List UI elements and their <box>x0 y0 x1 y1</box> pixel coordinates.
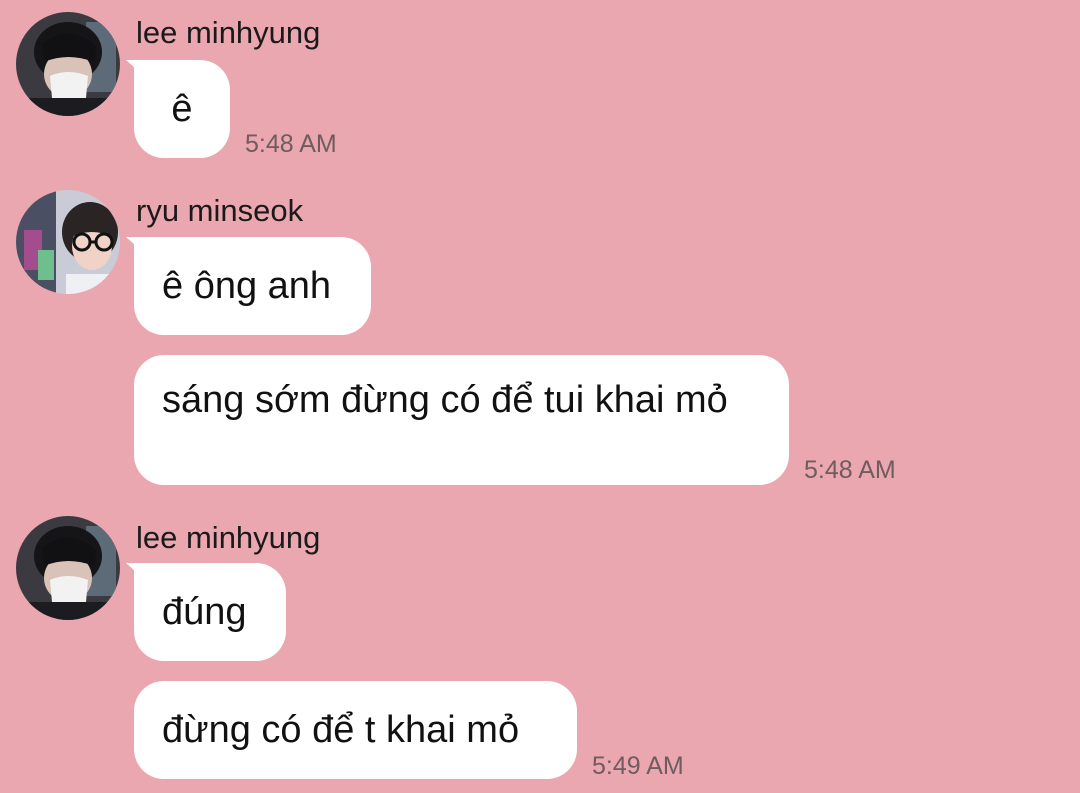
bubble-tail <box>126 563 144 579</box>
masked-person-avatar-icon <box>16 12 120 116</box>
avatar-ryu-minseok[interactable] <box>16 190 120 294</box>
message-bubble[interactable]: sáng sớm đừng có để tui khai mỏ <box>134 355 789 485</box>
message-bubble[interactable]: đúng <box>126 563 286 661</box>
message-bubble[interactable]: ê <box>126 60 230 158</box>
message-timestamp: 5:48 AM <box>245 130 337 158</box>
message-text: sáng sớm đừng có để tui khai mỏ <box>162 379 728 421</box>
sender-name: lee minhyung <box>136 520 321 555</box>
message-text: đừng có để t khai mỏ <box>162 709 520 751</box>
avatar-lee-minhyung[interactable] <box>16 516 120 620</box>
message-text: đúng <box>162 591 247 633</box>
masked-person-avatar-icon <box>16 516 120 620</box>
sender-name: lee minhyung <box>136 15 321 50</box>
bubble-tail <box>126 60 144 76</box>
avatar-lee-minhyung[interactable] <box>16 12 120 116</box>
sender-name: ryu minseok <box>136 193 304 228</box>
message-timestamp: 5:49 AM <box>592 752 684 780</box>
message-text: ê <box>171 88 193 130</box>
message-timestamp: 5:48 AM <box>804 456 896 484</box>
message-text: ê ông anh <box>162 265 332 307</box>
bubble-tail <box>126 237 144 253</box>
glasses-person-avatar-icon <box>16 190 120 294</box>
message-bubble[interactable]: đừng có để t khai mỏ <box>134 681 577 779</box>
message-bubble[interactable]: ê ông anh <box>126 237 371 335</box>
chat-thread: lee minhyung ê 5:48 AM ryu minseok ê ông… <box>0 0 1080 793</box>
